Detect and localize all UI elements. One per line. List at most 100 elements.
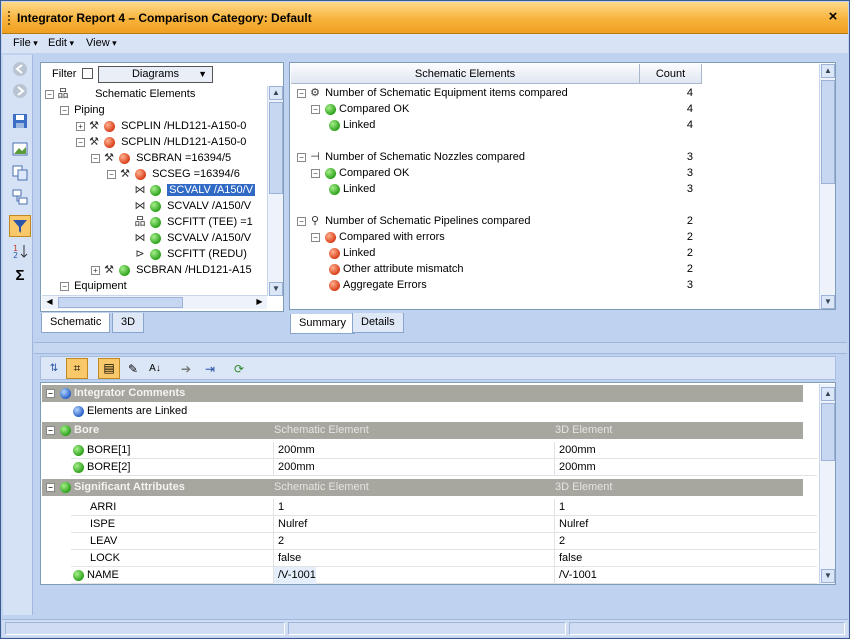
tree-item-scvalv-1[interactable]: ⋈ SCVALV /A150/V bbox=[133, 182, 256, 198]
tab-summary[interactable]: Summary bbox=[290, 314, 356, 334]
go-to-icon[interactable]: ⇥ bbox=[201, 360, 219, 378]
summary-row[interactable]: Linked bbox=[326, 245, 375, 261]
summary-row[interactable]: − Compared OK bbox=[311, 165, 409, 181]
tree-item-scfitt-redu[interactable]: ⊳ SCFITT (REDU) bbox=[133, 246, 247, 262]
scroll-thumb[interactable] bbox=[269, 102, 283, 194]
tree-item-scfitt-tee[interactable]: 品 SCFITT (TEE) =1 bbox=[133, 214, 253, 230]
scroll-thumb[interactable] bbox=[58, 297, 183, 308]
tree-item-scvalv-3[interactable]: ⋈ SCVALV /A150/V bbox=[133, 230, 252, 246]
compare-icon[interactable] bbox=[10, 163, 30, 183]
scroll-thumb[interactable] bbox=[821, 403, 835, 461]
tree-item-scbran-1[interactable]: − ⚒ SCBRAN =16394/5 bbox=[91, 150, 231, 166]
table-row[interactable]: NAME /V-1001 /V-1001 bbox=[71, 567, 817, 584]
title-bar[interactable]: Integrator Report 4 – Comparison Categor… bbox=[2, 2, 848, 34]
table-row[interactable]: BORE[2] 200mm 200mm bbox=[71, 459, 817, 476]
tab-details[interactable]: Details bbox=[352, 313, 404, 333]
summary-row[interactable]: − ⊣ Number of Schematic Nozzles compared bbox=[297, 149, 525, 165]
summary-row[interactable]: − Compared with errors bbox=[311, 229, 445, 245]
group-bore[interactable]: − Bore Schematic Element 3D Element bbox=[42, 422, 803, 439]
scroll-right-icon[interactable]: ▶ bbox=[253, 296, 266, 308]
sigma-icon[interactable]: Σ bbox=[10, 265, 30, 285]
summary-row[interactable]: Linked bbox=[326, 117, 375, 133]
scroll-up-icon[interactable]: ▲ bbox=[821, 387, 835, 401]
collapse-icon[interactable]: − bbox=[297, 216, 306, 226]
hierarchy-icon[interactable] bbox=[10, 187, 30, 207]
summary-row[interactable]: Linked bbox=[326, 181, 375, 197]
group-integrator-comments[interactable]: − Integrator Comments bbox=[42, 385, 803, 402]
scroll-up-icon[interactable]: ▲ bbox=[821, 64, 835, 78]
summary-row[interactable]: Other attribute mismatch bbox=[326, 261, 463, 277]
tree-horizontal-scrollbar[interactable]: ◀ ▶ bbox=[42, 295, 267, 309]
scroll-thumb[interactable] bbox=[821, 80, 835, 184]
scroll-up-icon[interactable]: ▲ bbox=[269, 86, 283, 100]
scroll-down-icon[interactable]: ▼ bbox=[821, 569, 835, 583]
summary-vertical-scrollbar[interactable]: ▲ ▼ bbox=[819, 64, 835, 309]
tree-item-scbran-2[interactable]: + ⚒ SCBRAN /HLD121-A15 bbox=[91, 262, 252, 278]
close-icon[interactable]: × bbox=[825, 9, 841, 25]
diagrams-dropdown[interactable]: Diagrams ▼ bbox=[98, 66, 213, 83]
summary-row[interactable]: − ⚙ Number of Schematic Equipment items c… bbox=[297, 85, 568, 101]
tab-3d[interactable]: 3D bbox=[112, 313, 145, 333]
collapse-icon[interactable]: − bbox=[46, 482, 55, 492]
scroll-down-icon[interactable]: ▼ bbox=[269, 282, 283, 296]
menu-view[interactable]: View bbox=[86, 37, 117, 49]
tree-item-piping[interactable]: − Piping bbox=[60, 102, 105, 118]
page-icon[interactable]: ▤ bbox=[98, 358, 120, 379]
collapse-icon[interactable]: − bbox=[60, 105, 69, 115]
tree-item-scseg[interactable]: − ⚒ SCSEG =16394/6 bbox=[107, 166, 240, 182]
pane-splitter[interactable] bbox=[34, 342, 847, 354]
collapse-icon[interactable]: − bbox=[107, 169, 116, 179]
back-icon[interactable] bbox=[10, 59, 30, 79]
forward-icon[interactable] bbox=[10, 81, 30, 101]
refresh-icon[interactable]: ⟳ bbox=[230, 360, 248, 378]
collapse-icon[interactable]: − bbox=[76, 137, 85, 147]
collapse-icon[interactable]: − bbox=[297, 88, 306, 98]
tree-item-equipment[interactable]: − Equipment bbox=[60, 278, 127, 294]
collapse-icon[interactable]: − bbox=[311, 232, 320, 242]
filter-checkbox[interactable] bbox=[82, 68, 93, 79]
summary-row[interactable]: − Compared OK bbox=[311, 101, 409, 117]
collapse-icon[interactable]: − bbox=[311, 168, 320, 178]
tree-item-scplin-1[interactable]: + ⚒ SCPLIN /HLD121-A150-0 bbox=[76, 118, 246, 134]
collapse-icon[interactable]: − bbox=[45, 89, 54, 99]
collapse-icon[interactable]: − bbox=[311, 104, 320, 114]
collapse-icon[interactable]: − bbox=[91, 153, 100, 163]
tab-schematic[interactable]: Schematic bbox=[41, 313, 111, 333]
table-row[interactable]: ISPE Nulref Nulref bbox=[71, 516, 817, 533]
table-row[interactable]: LOCK false false bbox=[71, 550, 817, 567]
tree-item-scvalv-2[interactable]: ⋈ SCVALV /A150/V bbox=[133, 198, 252, 214]
picture-icon[interactable] bbox=[10, 139, 30, 159]
save-icon[interactable] bbox=[10, 111, 30, 131]
table-row[interactable]: ARRI 1 1 bbox=[71, 499, 817, 516]
error-status-icon bbox=[104, 120, 115, 132]
sort-numeric-icon[interactable]: 12 bbox=[10, 241, 30, 261]
summary-row[interactable]: Aggregate Errors bbox=[326, 277, 427, 293]
collapse-icon[interactable]: − bbox=[60, 281, 69, 291]
filter-icon[interactable] bbox=[9, 215, 31, 237]
collapse-icon[interactable]: − bbox=[297, 152, 306, 162]
scroll-down-icon[interactable]: ▼ bbox=[821, 295, 835, 309]
table-row[interactable]: LEAV 2 2 bbox=[71, 533, 817, 550]
tree-item-scplin-2[interactable]: − ⚒ SCPLIN /HLD121-A150-0 bbox=[76, 134, 246, 150]
collapse-icon[interactable]: − bbox=[46, 425, 55, 435]
next-arrow-icon[interactable]: ➔ bbox=[177, 360, 195, 378]
group-significant-attributes[interactable]: − Significant Attributes Schematic Elemen… bbox=[42, 479, 803, 496]
properties-icon[interactable]: ✎ bbox=[124, 360, 142, 378]
tree-vertical-scrollbar[interactable]: ▲ ▼ bbox=[267, 86, 283, 296]
tree-item-schematic-elements[interactable]: − 品 Schematic Elements bbox=[45, 86, 195, 102]
summary-row[interactable]: − ⚲ Number of Schematic Pipelines compare… bbox=[297, 213, 531, 229]
details-vertical-scrollbar[interactable]: ▲ ▼ bbox=[819, 384, 835, 584]
menu-edit[interactable]: Edit bbox=[48, 37, 74, 49]
expand-icon[interactable]: + bbox=[76, 121, 85, 131]
column-header-schematic-elements[interactable]: Schematic Elements bbox=[291, 64, 640, 84]
column-header-count[interactable]: Count bbox=[640, 64, 702, 84]
expand-icon[interactable]: + bbox=[91, 265, 100, 275]
table-row[interactable]: BORE[1] 200mm 200mm bbox=[71, 442, 817, 459]
grip-handle[interactable] bbox=[8, 11, 11, 25]
sort-alpha-icon[interactable]: A↓ bbox=[145, 360, 165, 378]
collapse-icon[interactable]: − bbox=[46, 388, 55, 398]
scroll-left-icon[interactable]: ◀ bbox=[43, 296, 56, 308]
categorized-icon[interactable]: ⇅ bbox=[45, 360, 63, 378]
expand-all-icon[interactable]: ⌗ bbox=[66, 358, 88, 379]
menu-file[interactable]: File bbox=[13, 37, 38, 49]
